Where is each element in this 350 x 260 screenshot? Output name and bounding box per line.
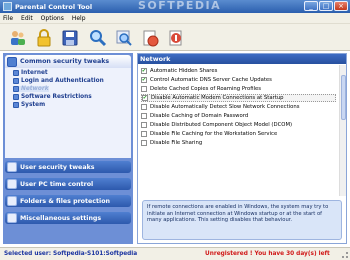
tree-item-network[interactable]: Network	[13, 86, 49, 92]
option-label: Disable Automatically Detect Slow Networ…	[150, 104, 300, 110]
globe-icon	[13, 70, 19, 76]
common-tweaks-header[interactable]: Common security tweaks	[5, 55, 131, 68]
option-label: Disable Automatic Modem Connections at S…	[151, 95, 284, 101]
user-shield-icon	[7, 162, 17, 172]
key-icon	[13, 78, 19, 84]
tree-item-system[interactable]: System	[13, 102, 45, 108]
nav-folders-files[interactable]: Folders & files protection	[5, 195, 131, 207]
option-label: Delete Cached Copies of Roaming Profiles	[150, 86, 262, 92]
option-checkbox[interactable]	[141, 140, 147, 146]
menu-options[interactable]: Options	[41, 15, 64, 22]
option-label: Automatic Hidden Shares	[150, 68, 218, 74]
left-panel: Common security tweaks Internet Login an…	[3, 53, 133, 244]
option-checkbox[interactable]: ✔	[141, 68, 147, 74]
toolbar	[0, 24, 350, 51]
option-checkbox[interactable]	[141, 131, 147, 137]
section-title: Network	[138, 54, 346, 64]
wrench-icon	[7, 213, 17, 223]
options-list: ✔ Automatic Hidden Shares ✔ Control Automat…	[138, 65, 346, 196]
tree-panel: Internet Login and Authentication Networ…	[5, 68, 131, 158]
clock-icon	[7, 179, 17, 189]
nav-misc[interactable]: Miscellaneous settings	[5, 212, 131, 224]
resize-grip-icon[interactable]	[342, 252, 348, 258]
network-icon	[13, 86, 19, 92]
option-row[interactable]: ✔ Disable Automatic Modem Connections at …	[141, 94, 336, 102]
option-checkbox[interactable]	[141, 104, 147, 110]
softpedia-watermark: SOFTPEDIA	[138, 0, 222, 12]
options-scrollbar[interactable]	[339, 65, 346, 196]
scroll-thumb[interactable]	[341, 75, 346, 120]
window-title: Parental Control Tool	[15, 2, 93, 11]
tree-item-login[interactable]: Login and Authentication	[13, 78, 104, 84]
software-icon	[13, 94, 19, 100]
folder-icon	[7, 196, 17, 206]
menu-help[interactable]: Help	[72, 15, 86, 22]
option-row[interactable]: Disable Caching of Domain Password	[141, 112, 336, 120]
menu-file[interactable]: File	[3, 15, 13, 22]
option-row[interactable]: Disable Automatically Detect Slow Networ…	[141, 103, 336, 111]
info-icon[interactable]	[166, 28, 186, 48]
option-row[interactable]: Disable File Caching for the Workstation…	[141, 130, 336, 138]
option-label: Control Automatic DNS Server Cache Updat…	[150, 77, 272, 83]
save-icon[interactable]	[60, 28, 80, 48]
network-panel: Network ✔ Automatic Hidden Shares ✔ Control…	[137, 53, 347, 244]
status-bar: Selected user: Softpedia-S101:Softpedia …	[0, 247, 350, 260]
zoom-icon[interactable]	[114, 28, 134, 48]
description-box: If remote connections are enabled in Win…	[142, 200, 342, 240]
close-button[interactable]: ×	[334, 1, 348, 11]
tree-item-software[interactable]: Software Restrictions	[13, 94, 92, 100]
option-row[interactable]: Delete Cached Copies of Roaming Profiles	[141, 85, 336, 93]
option-checkbox[interactable]	[141, 122, 147, 128]
computer-icon	[13, 102, 19, 108]
shield-icon	[7, 56, 17, 67]
lock-icon[interactable]	[34, 28, 54, 48]
app-icon	[3, 2, 12, 11]
tree-item-internet[interactable]: Internet	[13, 70, 48, 76]
menu-edit[interactable]: Edit	[21, 15, 33, 22]
option-label: Disable Caching of Domain Password	[150, 113, 249, 119]
menu-bar: File Edit Options Help	[0, 13, 350, 24]
title-bar: Parental Control Tool SOFTPEDIA _ □ ×	[0, 0, 350, 13]
users-icon[interactable]	[8, 28, 28, 48]
option-checkbox[interactable]: ✔	[142, 95, 148, 101]
option-checkbox[interactable]	[141, 86, 147, 92]
restore-icon[interactable]	[140, 28, 160, 48]
option-checkbox[interactable]	[141, 113, 147, 119]
option-row[interactable]: ✔ Control Automatic DNS Server Cache Upda…	[141, 76, 336, 84]
nav-user-security[interactable]: User security tweaks	[5, 161, 131, 173]
option-label: Disable Distributed Component Object Mod…	[150, 122, 293, 128]
option-label: Disable File Sharing	[150, 140, 203, 146]
registration-status: Unregistered ! You have 30 day(s) left	[205, 251, 330, 257]
selected-user: Selected user: Softpedia-S101:Softpedia	[4, 251, 138, 257]
option-checkbox[interactable]: ✔	[141, 77, 147, 83]
option-row[interactable]: ✔ Automatic Hidden Shares	[141, 67, 336, 75]
common-tweaks-label: Common security tweaks	[20, 58, 110, 65]
minimize-button[interactable]: _	[304, 1, 318, 11]
nav-pc-time[interactable]: User PC time control	[5, 178, 131, 190]
option-label: Disable File Caching for the Workstation…	[150, 131, 278, 137]
search-icon[interactable]	[88, 28, 108, 48]
maximize-button[interactable]: □	[319, 1, 333, 11]
option-row[interactable]: Disable Distributed Component Object Mod…	[141, 121, 336, 129]
option-row[interactable]: Disable File Sharing	[141, 139, 336, 147]
